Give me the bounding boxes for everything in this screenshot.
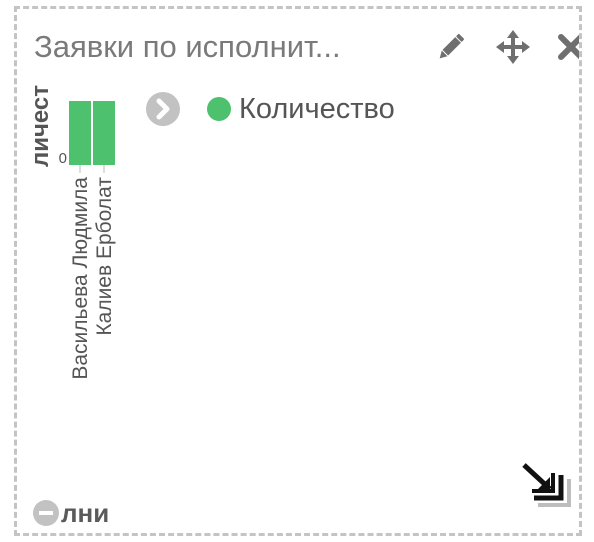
chart-plot-area: 0 Васильева Людмила Калиев Ерболат (53, 87, 153, 487)
move-button[interactable] (495, 29, 531, 65)
y-axis-label: личест (27, 85, 54, 167)
legend-label: Количество (239, 92, 395, 125)
expand-button[interactable] (145, 91, 181, 127)
x-tick-label: Калиев Ерболат (93, 177, 116, 336)
legend-swatch (207, 97, 231, 121)
collapse-control[interactable]: лни (33, 497, 109, 529)
move-arrows-icon (496, 30, 530, 64)
collapse-label: лни (61, 497, 110, 528)
resize-corner-icon (522, 463, 571, 507)
legend-item[interactable]: Количество (207, 91, 395, 127)
close-button[interactable] (553, 29, 579, 65)
y-tick-label: 0 (59, 150, 67, 167)
bar[interactable] (93, 101, 115, 165)
edit-button[interactable] (433, 29, 469, 65)
x-tick-label: Васильева Людмила (69, 177, 92, 380)
bar[interactable] (69, 101, 91, 165)
widget-title: Заявки по исполнит... (34, 29, 341, 64)
pencil-icon (439, 33, 465, 59)
close-icon (558, 34, 579, 60)
chevron-right-icon (146, 92, 180, 126)
resize-handle[interactable] (520, 461, 574, 513)
bar-chart: 0Васильева Людмила Калиев Ерболат (59, 101, 116, 380)
minus-circle-icon (33, 500, 59, 526)
chart-widget: Заявки по исполнит... личест 0 Васильева… (14, 6, 582, 536)
